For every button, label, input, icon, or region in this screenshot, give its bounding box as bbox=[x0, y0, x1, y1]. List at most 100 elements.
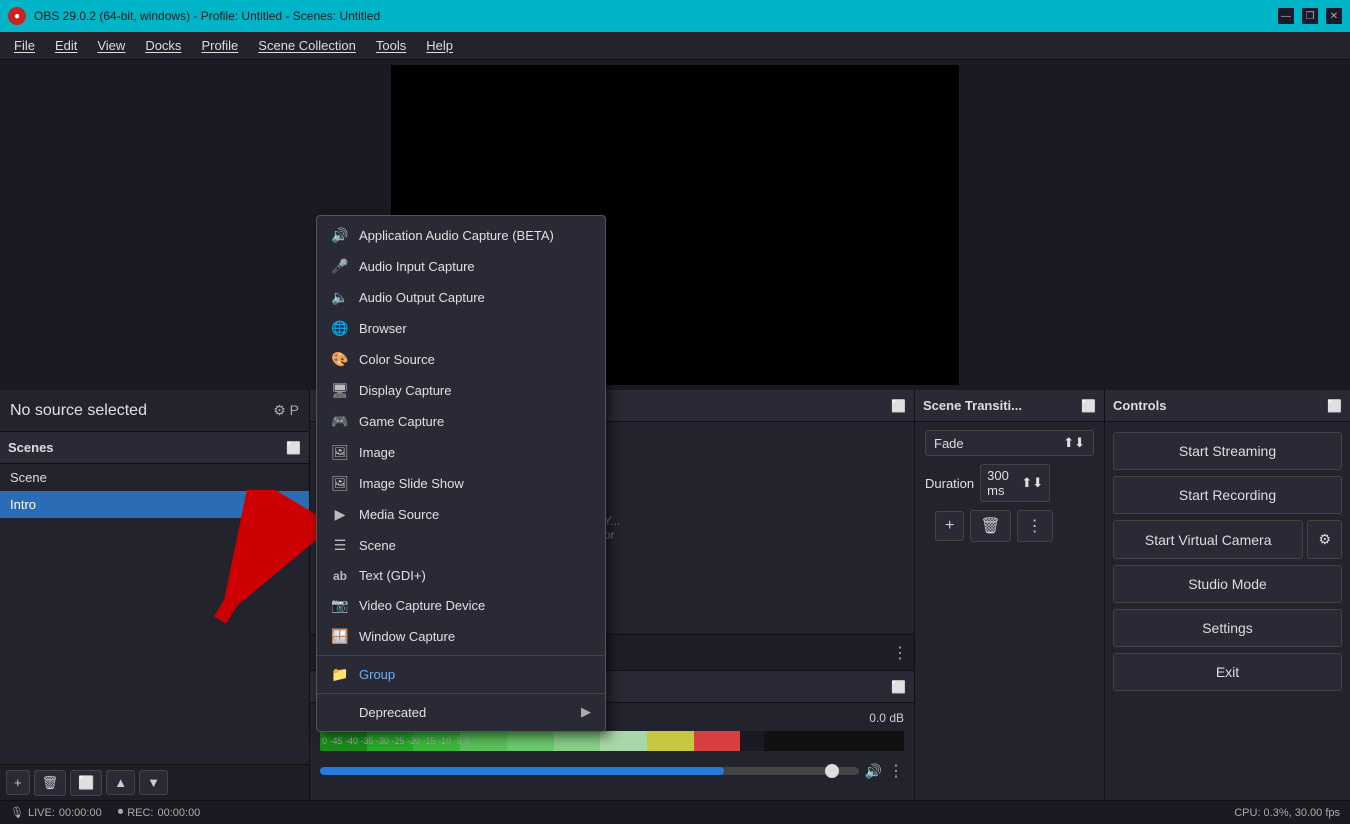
live-label: LIVE: bbox=[28, 807, 55, 819]
menu-view[interactable]: View bbox=[87, 36, 135, 55]
menu-docks[interactable]: Docks bbox=[135, 36, 191, 55]
transition-duration-row: Duration 300 ms ⬆⬇ bbox=[925, 464, 1094, 502]
mixer-bar-container: 0 -45 -40 -35 -30 -25 -20 -15 -10 -5 0 bbox=[320, 731, 904, 751]
settings-button[interactable]: Settings bbox=[1113, 609, 1342, 647]
menu-entry-group[interactable]: 📁 Group bbox=[317, 659, 605, 690]
color-source-icon: 🎨 bbox=[331, 351, 349, 368]
media-source-icon: ▶ bbox=[331, 506, 349, 523]
menu-help[interactable]: Help bbox=[416, 36, 463, 55]
start-recording-button[interactable]: Start Recording bbox=[1113, 476, 1342, 514]
window-title: OBS 29.0.2 (64-bit, windows) - Profile: … bbox=[34, 9, 1278, 23]
transition-toolbar: + 🗑 ⋮ bbox=[925, 510, 1094, 542]
menu-scene-collection[interactable]: Scene Collection bbox=[248, 36, 366, 55]
live-icon: 🎙 bbox=[10, 806, 24, 819]
transition-fade-label: Fade bbox=[934, 436, 964, 451]
menu-tools[interactable]: Tools bbox=[366, 36, 416, 55]
group-label: Group bbox=[359, 667, 395, 682]
browser-label: Browser bbox=[359, 321, 407, 336]
menu-entry-video-capture[interactable]: 📷 Video Capture Device bbox=[317, 590, 605, 621]
menu-edit[interactable]: Edit bbox=[45, 36, 87, 55]
controls-content: Start Streaming Start Recording Start Vi… bbox=[1105, 422, 1350, 701]
preview-area bbox=[0, 60, 1350, 390]
menu-separator-2 bbox=[317, 693, 605, 694]
menu-entry-scene[interactable]: ☰ Scene bbox=[317, 530, 605, 561]
mixer-volume-track[interactable] bbox=[320, 767, 859, 775]
menu-entry-window-capture[interactable]: 🪟 Window Capture bbox=[317, 621, 605, 652]
minimize-button[interactable]: — bbox=[1278, 8, 1294, 24]
menu-entry-media-source[interactable]: ▶ Media Source bbox=[317, 499, 605, 530]
sources-dots-icon[interactable]: ⋮ bbox=[892, 643, 908, 663]
mixer-volume-icon[interactable]: 🔊 bbox=[865, 763, 882, 780]
transitions-expand-icon[interactable]: ⬜ bbox=[1081, 399, 1096, 413]
studio-mode-button[interactable]: Studio Mode bbox=[1113, 565, 1342, 603]
exit-button[interactable]: Exit bbox=[1113, 653, 1342, 691]
rec-label: REC: bbox=[127, 807, 153, 819]
image-slideshow-icon: 🖼 bbox=[331, 475, 349, 492]
duration-value: 300 ms bbox=[987, 468, 1021, 498]
menu-profile[interactable]: Profile bbox=[191, 36, 248, 55]
scene-item-intro[interactable]: Intro bbox=[0, 491, 309, 518]
controls-expand-icon[interactable]: ⬜ bbox=[1327, 399, 1342, 413]
scenes-filter-button[interactable]: ⬜ bbox=[70, 770, 102, 796]
controls-title: Controls bbox=[1113, 398, 1166, 413]
transition-add-button[interactable]: + bbox=[935, 511, 964, 541]
audio-input-label: Audio Input Capture bbox=[359, 259, 475, 274]
menu-entry-image[interactable]: 🖼 Image bbox=[317, 437, 605, 468]
maximize-button[interactable]: ❐ bbox=[1302, 8, 1318, 24]
transition-dots-button[interactable]: ⋮ bbox=[1017, 510, 1053, 542]
scenes-up-button[interactable]: ▲ bbox=[106, 770, 135, 795]
transition-fade-select[interactable]: Fade ⬆⬇ bbox=[925, 430, 1094, 456]
duration-input[interactable]: 300 ms ⬆⬇ bbox=[980, 464, 1050, 502]
menu-entry-image-slideshow[interactable]: 🖼 Image Slide Show bbox=[317, 468, 605, 499]
scenes-add-button[interactable]: + bbox=[6, 770, 30, 795]
menu-file[interactable]: File bbox=[4, 36, 45, 55]
virtual-camera-gear-button[interactable]: ⚙ bbox=[1307, 520, 1342, 559]
audio-input-icon: 🎤 bbox=[331, 258, 349, 275]
app-audio-icon: 🔊 bbox=[331, 227, 349, 244]
scene-item-scene[interactable]: Scene bbox=[0, 464, 309, 491]
rec-time: 00:00:00 bbox=[157, 807, 200, 819]
menu-entry-audio-input[interactable]: 🎤 Audio Input Capture bbox=[317, 251, 605, 282]
bottom-panels: No source selected ⚙ P Scenes ⬜ Scene In… bbox=[0, 390, 1350, 800]
audio-output-label: Audio Output Capture bbox=[359, 290, 485, 305]
window-capture-label: Window Capture bbox=[359, 629, 455, 644]
mixer-volume-knob[interactable] bbox=[825, 764, 839, 778]
game-capture-icon: 🎮 bbox=[331, 413, 349, 430]
image-icon: 🖼 bbox=[331, 444, 349, 461]
status-bar: 🎙 LIVE: 00:00:00 ⏺ REC: 00:00:00 CPU: 0.… bbox=[0, 800, 1350, 824]
menu-entry-color-source[interactable]: 🎨 Color Source bbox=[317, 344, 605, 375]
browser-icon: 🌐 bbox=[331, 320, 349, 337]
image-label: Image bbox=[359, 445, 395, 460]
start-virtual-camera-button[interactable]: Start Virtual Camera bbox=[1113, 520, 1303, 559]
start-streaming-button[interactable]: Start Streaming bbox=[1113, 432, 1342, 470]
video-capture-label: Video Capture Device bbox=[359, 598, 485, 613]
gear-icon[interactable]: ⚙ P bbox=[273, 402, 299, 419]
mixer-volume-fill bbox=[320, 767, 724, 775]
menu-entry-browser[interactable]: 🌐 Browser bbox=[317, 313, 605, 344]
transitions-panel: Scene Transiti... ⬜ Fade ⬆⬇ Duration 300… bbox=[915, 390, 1105, 800]
scenes-down-button[interactable]: ▼ bbox=[139, 770, 168, 795]
scenes-expand-icon[interactable]: ⬜ bbox=[286, 441, 301, 455]
close-button[interactable]: ✕ bbox=[1326, 8, 1342, 24]
menu-entry-display-capture[interactable]: 🖥 Display Capture bbox=[317, 375, 605, 406]
scenes-title: Scenes bbox=[8, 440, 54, 455]
mixer-db-value: 0.0 dB bbox=[869, 711, 904, 725]
scenes-delete-button[interactable]: 🗑 bbox=[34, 770, 67, 796]
transition-delete-button[interactable]: 🗑 bbox=[970, 510, 1010, 542]
no-source-text: No source selected bbox=[10, 402, 147, 420]
menu-entry-game-capture[interactable]: 🎮 Game Capture bbox=[317, 406, 605, 437]
menu-bar: File Edit View Docks Profile Scene Colle… bbox=[0, 32, 1350, 60]
mixer-expand-icon[interactable]: ⬜ bbox=[891, 680, 906, 694]
menu-entry-text-gdi[interactable]: ab Text (GDI+) bbox=[317, 561, 605, 590]
text-gdi-icon: ab bbox=[331, 569, 349, 583]
menu-entry-app-audio[interactable]: 🔊 Application Audio Capture (BETA) bbox=[317, 220, 605, 251]
rec-icon: ⏺ bbox=[118, 806, 124, 819]
title-bar: ● OBS 29.0.2 (64-bit, windows) - Profile… bbox=[0, 0, 1350, 32]
sources-expand-icon[interactable]: ⬜ bbox=[891, 399, 906, 413]
left-panels: No source selected ⚙ P Scenes ⬜ Scene In… bbox=[0, 390, 310, 800]
mixer-bar-labels: 0 -45 -40 -35 -30 -25 -20 -15 -10 -5 0 bbox=[322, 736, 469, 746]
mixer-options-icon[interactable]: ⋮ bbox=[888, 761, 904, 781]
menu-entry-audio-output[interactable]: 🔈 Audio Output Capture bbox=[317, 282, 605, 313]
menu-entry-deprecated[interactable]: Deprecated ▶ bbox=[317, 697, 605, 727]
main-area: No source selected ⚙ P Scenes ⬜ Scene In… bbox=[0, 60, 1350, 824]
